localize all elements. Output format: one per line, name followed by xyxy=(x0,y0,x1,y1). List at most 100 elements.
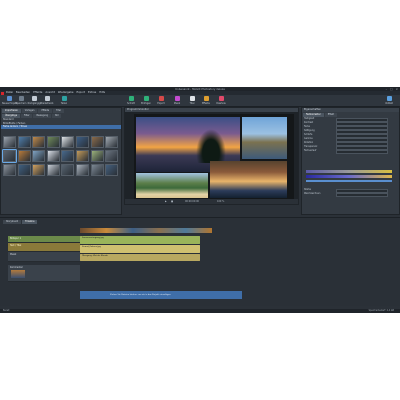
tab-effect[interactable]: Effekt xyxy=(324,112,338,117)
drop-zone[interactable]: Ziehen Sie Dateien hierher, um sie in da… xyxy=(80,291,242,299)
track-header[interactable]: Text / Titel xyxy=(8,243,80,252)
timeline-clip[interactable]: Sonnenuntergang.jpg xyxy=(80,236,200,244)
subtab-motion[interactable]: Bewegung xyxy=(33,113,52,118)
effect-thumbnail[interactable] xyxy=(105,150,119,162)
photo-palms[interactable] xyxy=(210,161,287,198)
fullscreen-icon xyxy=(386,96,392,101)
selection-bar[interactable] xyxy=(306,180,392,182)
app-window: Unbenannt - MAGIX Photostory deluxe – □ … xyxy=(0,87,400,313)
cut-button[interactable]: Schnitt xyxy=(124,96,138,106)
track-header[interactable]: Musik xyxy=(8,252,80,262)
menu-item-view[interactable]: Ansicht xyxy=(45,91,55,94)
effect-thumbnail[interactable] xyxy=(75,150,89,162)
effect-thumbnail[interactable] xyxy=(46,136,60,148)
property-label: Kontrast xyxy=(304,121,314,124)
effect-thumbnail[interactable] xyxy=(3,136,16,148)
photo-beach[interactable] xyxy=(136,173,208,198)
effect-thumbnail[interactable] xyxy=(61,164,75,176)
export-button[interactable]: Export xyxy=(154,96,168,106)
subtab-transitions[interactable]: Übergänge xyxy=(2,113,21,118)
effect-thumbnail[interactable] xyxy=(2,149,17,163)
timecode: 00:00:00:00 xyxy=(185,200,200,203)
track-header[interactable]: Kommentar xyxy=(8,265,80,282)
play-icon[interactable]: ▶ xyxy=(165,200,167,203)
menu-item-export[interactable]: Export xyxy=(76,91,85,94)
effect-thumbnail[interactable] xyxy=(17,150,31,162)
menu-item-edit[interactable]: Bearbeiten xyxy=(16,91,30,94)
subtab-style[interactable]: Stil xyxy=(52,113,62,118)
slideshow-button[interactable]: Diashow xyxy=(214,96,228,106)
timeline-area: Storyboard Timeline Bildspur 1 Text / Ti… xyxy=(0,217,400,306)
toolbar-button-label: Titel xyxy=(189,101,195,105)
effect-thumbnail[interactable] xyxy=(75,136,89,148)
effect-thumbnail[interactable] xyxy=(90,136,104,148)
effect-thumbnail[interactable] xyxy=(46,164,60,176)
properties-panel: Eigenschaften Farbkorrektur Effekt Helli… xyxy=(301,107,400,215)
fullscreen-button[interactable]: Vollbild xyxy=(382,96,396,106)
effect-thumbnail[interactable] xyxy=(3,164,16,176)
effect-thumbnail[interactable] xyxy=(75,164,89,176)
tab-storyboard[interactable]: Storyboard xyxy=(3,219,22,224)
effect-thumbnail[interactable] xyxy=(90,150,104,162)
toolbar-button-label: Musik xyxy=(173,101,181,105)
effect-thumbnail[interactable] xyxy=(46,150,60,162)
property-label: Farbe xyxy=(304,125,311,128)
menu-item-help[interactable]: Hilfe xyxy=(99,91,105,94)
menu-item-playback[interactable]: Wiedergabe xyxy=(58,91,74,94)
toolbar-button-label: Teilen xyxy=(60,101,68,105)
effect-thumbnail[interactable] xyxy=(105,136,119,148)
preview-canvas[interactable] xyxy=(134,114,294,200)
property-list: Helligkeit Kontrast Farbe Sättigung Schärfe G… xyxy=(302,117,399,155)
effect-thumbnail[interactable] xyxy=(32,136,46,148)
subtab-filter[interactable]: Filter xyxy=(21,113,33,118)
effects-button[interactable]: Effekte xyxy=(199,96,213,106)
list-item[interactable]: Farbe ändern / Tönen xyxy=(1,125,121,129)
effect-thumbnail[interactable] xyxy=(17,164,31,176)
redo-button[interactable]: Wiederherst. xyxy=(40,96,54,106)
tab-import[interactable]: Importieren xyxy=(2,108,21,113)
menu-item-effects[interactable]: Effekte xyxy=(33,91,42,94)
stop-icon[interactable]: ■ xyxy=(171,200,173,203)
tab-titles[interactable]: Titel xyxy=(53,108,64,113)
effect-thumbnail[interactable] xyxy=(32,150,46,162)
menu-item-file[interactable]: Datei xyxy=(6,91,13,94)
color-gradient-bar[interactable] xyxy=(306,170,392,173)
tab-color-correction[interactable]: Farbkorrektur xyxy=(303,112,324,117)
slider-label: Stärke xyxy=(304,188,312,191)
undo-button[interactable]: Rückgängig xyxy=(27,96,41,106)
photo-coast[interactable] xyxy=(242,117,287,159)
title-button[interactable]: Titel xyxy=(185,96,199,106)
insert-button[interactable]: Einfügen xyxy=(139,96,153,106)
tab-timeline[interactable]: Timeline xyxy=(22,219,38,224)
effect-thumbnail[interactable] xyxy=(61,136,75,148)
memory-status: Speicherbedarf: 2,4 GB xyxy=(368,309,394,312)
clip-thumbnail[interactable] xyxy=(11,270,25,278)
hue-gradient-bar[interactable] xyxy=(306,175,392,178)
effect-thumbnail[interactable] xyxy=(105,164,119,176)
effect-thumbnail[interactable] xyxy=(90,164,104,176)
timeline-clip[interactable]: Strand_Palmen.jpg xyxy=(80,245,200,253)
playback-controls: ▶ ■ 00:00:00:00 100 % xyxy=(125,199,298,204)
redo-icon xyxy=(44,96,50,101)
slider[interactable] xyxy=(336,192,388,198)
timeline-clip[interactable]: Übergang: Weiche Blende xyxy=(80,254,200,261)
tab-templates[interactable]: Vorlagen xyxy=(21,108,38,113)
menu-item-tools[interactable]: Extras xyxy=(88,91,96,94)
zoom-level[interactable]: 100 % xyxy=(217,200,224,203)
effect-thumbnail[interactable] xyxy=(32,164,46,176)
effect-thumbnail[interactable] xyxy=(61,150,75,162)
property-label: Schärfe xyxy=(304,133,313,136)
effect-thumbnail[interactable] xyxy=(17,136,31,148)
save-button[interactable]: Speichern xyxy=(14,96,28,106)
music-button[interactable]: Musik xyxy=(170,96,184,106)
clip-thumbnail-strip[interactable] xyxy=(80,228,212,233)
toolbar-button-label: Rückgängig xyxy=(27,101,41,105)
music-icon xyxy=(174,96,180,101)
title-icon xyxy=(189,96,195,101)
tab-effects[interactable]: Effekte xyxy=(38,108,53,113)
property-value-field[interactable] xyxy=(336,149,388,155)
share-button[interactable]: Teilen xyxy=(57,96,71,106)
toolbar-button-label: Schnitt xyxy=(127,101,135,105)
status-text: Bereit xyxy=(3,309,10,312)
track-header[interactable]: Bildspur 1 xyxy=(8,236,80,243)
